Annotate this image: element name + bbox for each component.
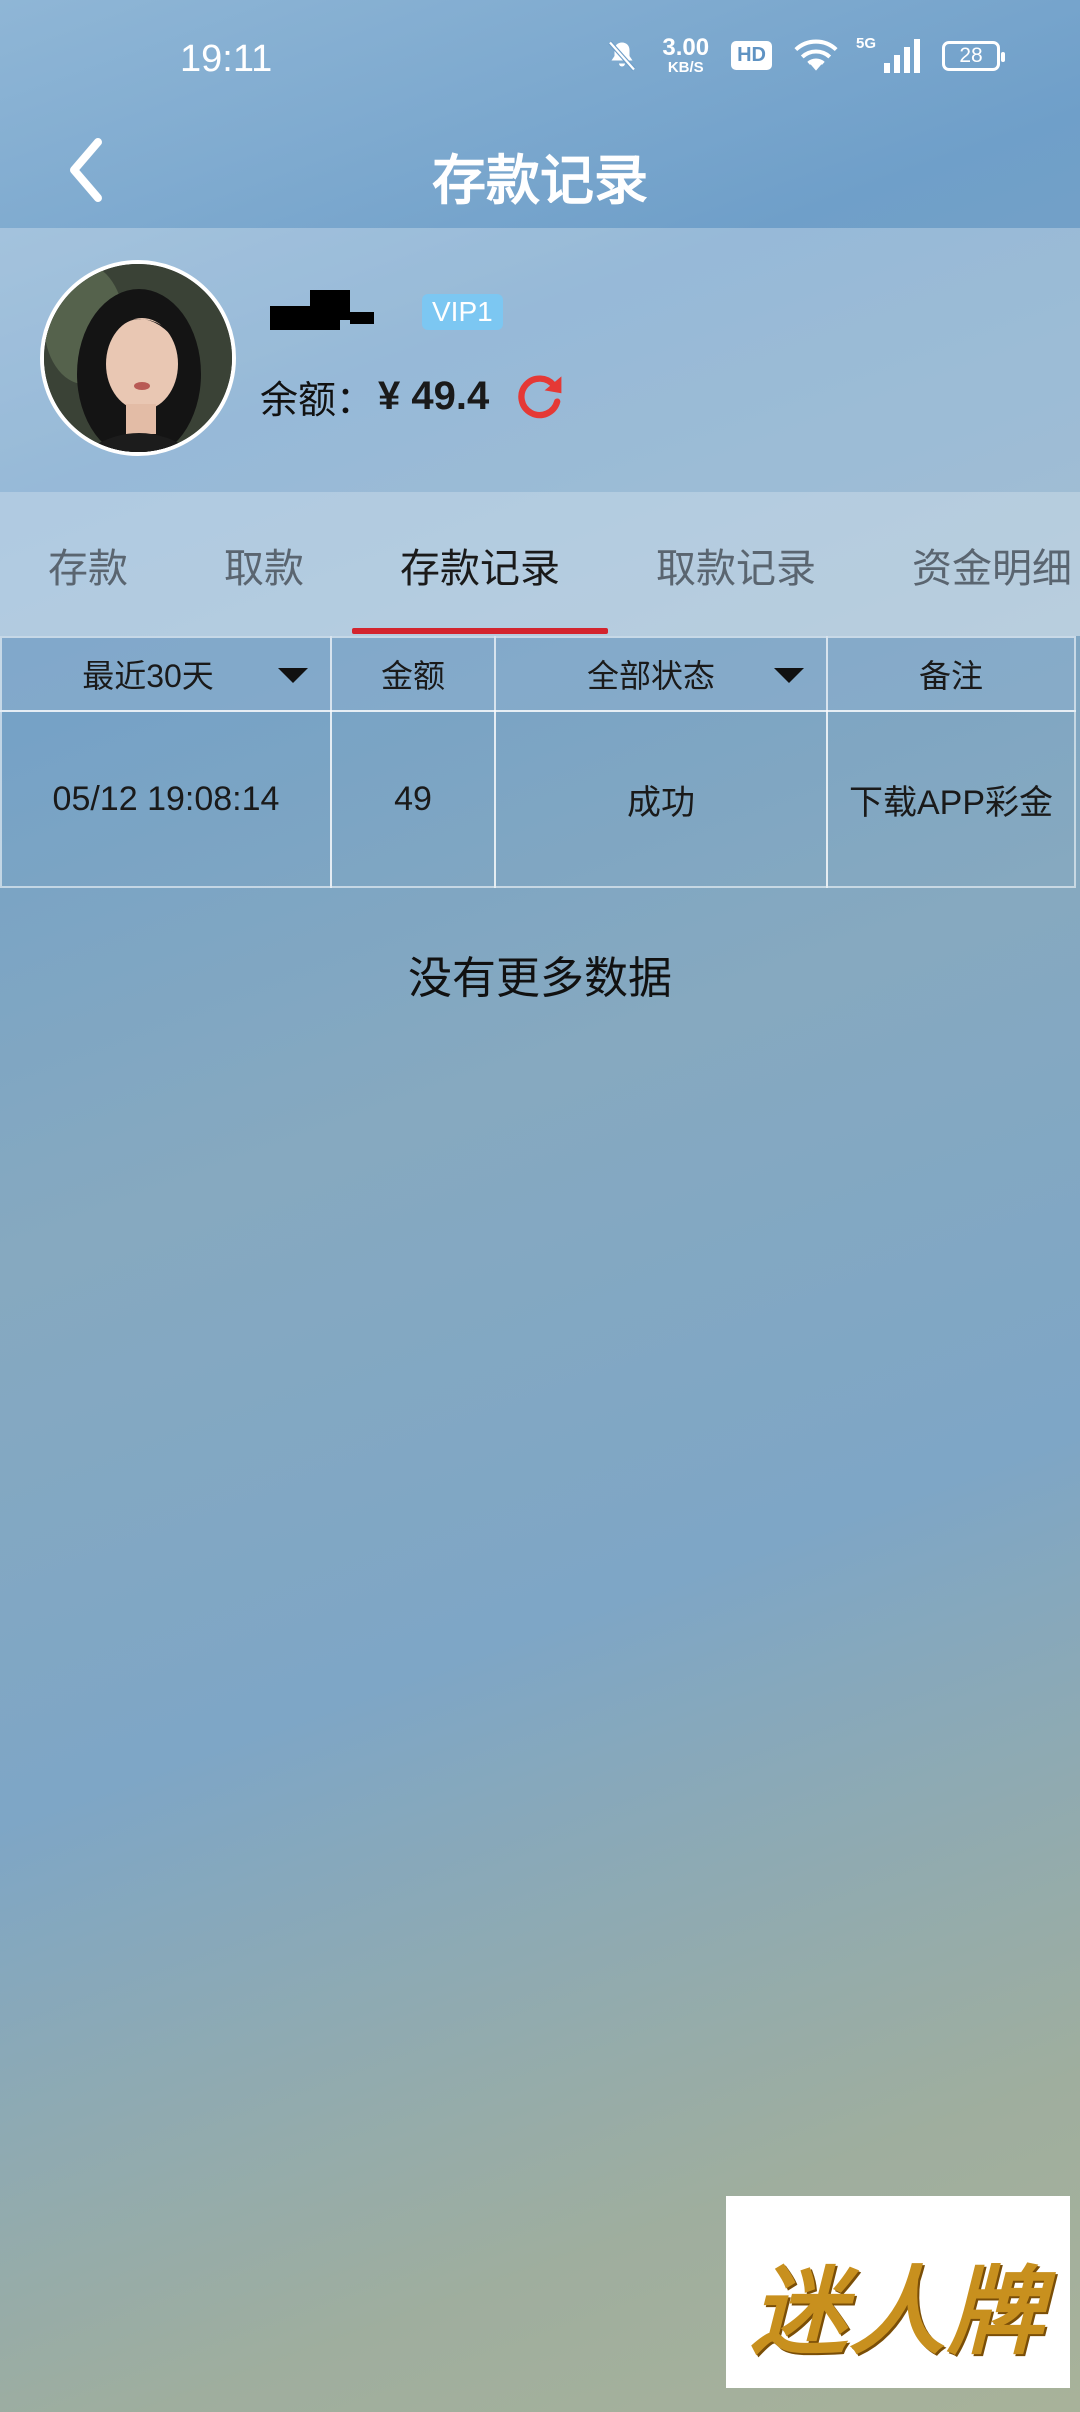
tab-bar: 存款 取款 存款记录 取款记录 资金明细: [0, 492, 1080, 636]
redacted-username: [270, 290, 374, 330]
remark-header: 备注: [826, 636, 1076, 712]
brand-logo: 迷人牌: [726, 2196, 1070, 2388]
status-time: 19:11: [180, 38, 273, 80]
network-speed-value: 3.00: [662, 34, 710, 61]
chevron-down-icon: [278, 668, 308, 683]
tab-fund-details[interactable]: 资金明细: [912, 536, 1072, 594]
remark-header-label: 备注: [918, 658, 983, 694]
date-range-filter[interactable]: 最近30天: [0, 636, 332, 712]
records-table: 最近30天 金额 全部状态 备注 05/12 19:08:14 49 成功 下载…: [0, 636, 1080, 888]
tab-deposit[interactable]: 存款: [48, 536, 128, 594]
date-range-label: 最近30天: [82, 658, 214, 694]
record-status: 成功: [494, 710, 828, 888]
balance-label: 余额：: [260, 379, 375, 422]
hd-icon: HD: [731, 41, 772, 70]
amount-header-label: 金额: [380, 658, 445, 694]
status-filter[interactable]: 全部状态: [494, 636, 828, 712]
balance-value: ¥ 49.4: [378, 373, 490, 418]
network-speed-unit: KB/S: [667, 59, 704, 76]
wifi-icon: [794, 39, 838, 71]
tab-deposit-records[interactable]: 存款记录: [400, 536, 560, 594]
table-row[interactable]: 05/12 19:08:14 49 成功 下载APP彩金: [0, 710, 1080, 888]
refresh-icon[interactable]: [511, 368, 567, 424]
tab-withdraw[interactable]: 取款: [224, 536, 304, 594]
avatar[interactable]: [40, 260, 236, 456]
profile-card: VIP1 余额： ¥ 49.4: [0, 228, 1080, 492]
battery-icon: 28: [942, 40, 1005, 71]
app-header: 存款记录: [0, 120, 1080, 228]
cell-signal-icon: 5G: [856, 35, 920, 73]
status-filter-label: 全部状态: [586, 658, 715, 694]
avatar-image: [44, 264, 232, 452]
status-bar: 19:11 3.00 KB/S HD 5G 28: [0, 0, 1080, 120]
network-speed: 3.00 KB/S: [662, 34, 710, 76]
status-icons: 3.00 KB/S HD 5G 28: [604, 34, 1005, 76]
battery-level: 28: [959, 43, 983, 67]
record-time: 05/12 19:08:14: [0, 710, 332, 888]
vip-badge: VIP1: [422, 294, 503, 330]
signal-type-label: 5G: [856, 34, 877, 52]
chevron-down-icon: [774, 668, 804, 683]
bell-muted-icon: [608, 40, 637, 71]
brand-logo-text: 迷人牌: [751, 2259, 1045, 2366]
amount-header: 金额: [330, 636, 496, 712]
no-more-data-text: 没有更多数据: [408, 954, 672, 1003]
record-amount: 49: [330, 710, 496, 888]
record-remark: 下载APP彩金: [826, 710, 1076, 888]
tab-withdraw-records[interactable]: 取款记录: [656, 536, 816, 594]
active-tab-indicator: [352, 628, 608, 634]
page-title: 存款记录: [432, 151, 648, 211]
balance-row: 余额： ¥ 49.4: [260, 368, 567, 424]
table-header-row: 最近30天 金额 全部状态 备注: [0, 636, 1080, 712]
